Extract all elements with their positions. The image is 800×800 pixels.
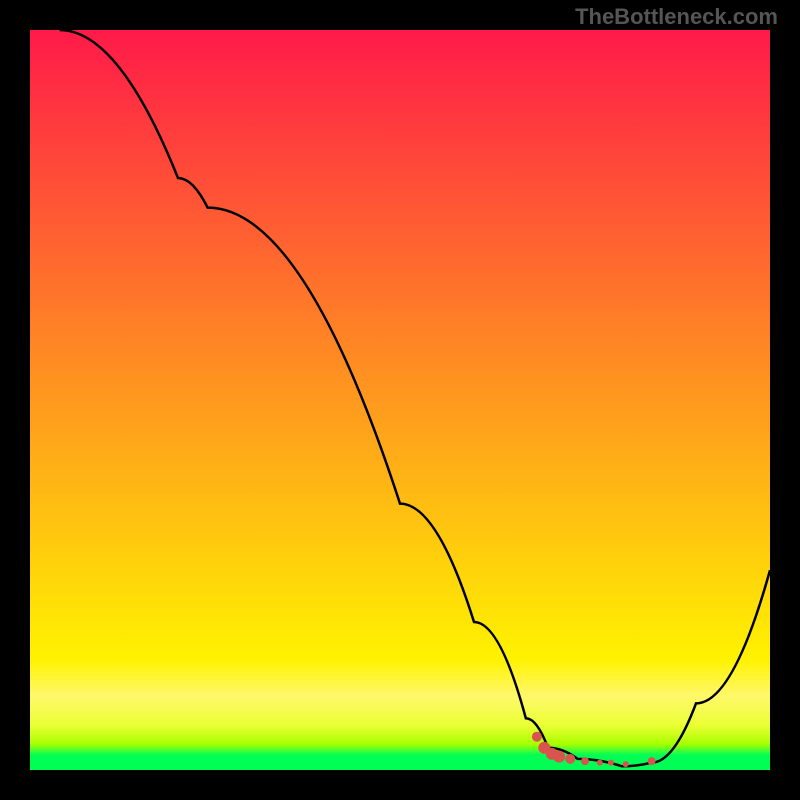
data-marker — [532, 732, 542, 742]
data-marker — [597, 760, 603, 766]
bottleneck-chart — [30, 30, 770, 770]
data-marker — [553, 751, 565, 763]
data-marker — [565, 754, 575, 764]
data-marker — [581, 757, 589, 765]
data-marker — [608, 760, 614, 766]
data-marker — [648, 757, 656, 765]
gradient-background — [30, 30, 770, 770]
data-marker — [623, 761, 629, 767]
watermark-text: TheBottleneck.com — [575, 4, 778, 30]
